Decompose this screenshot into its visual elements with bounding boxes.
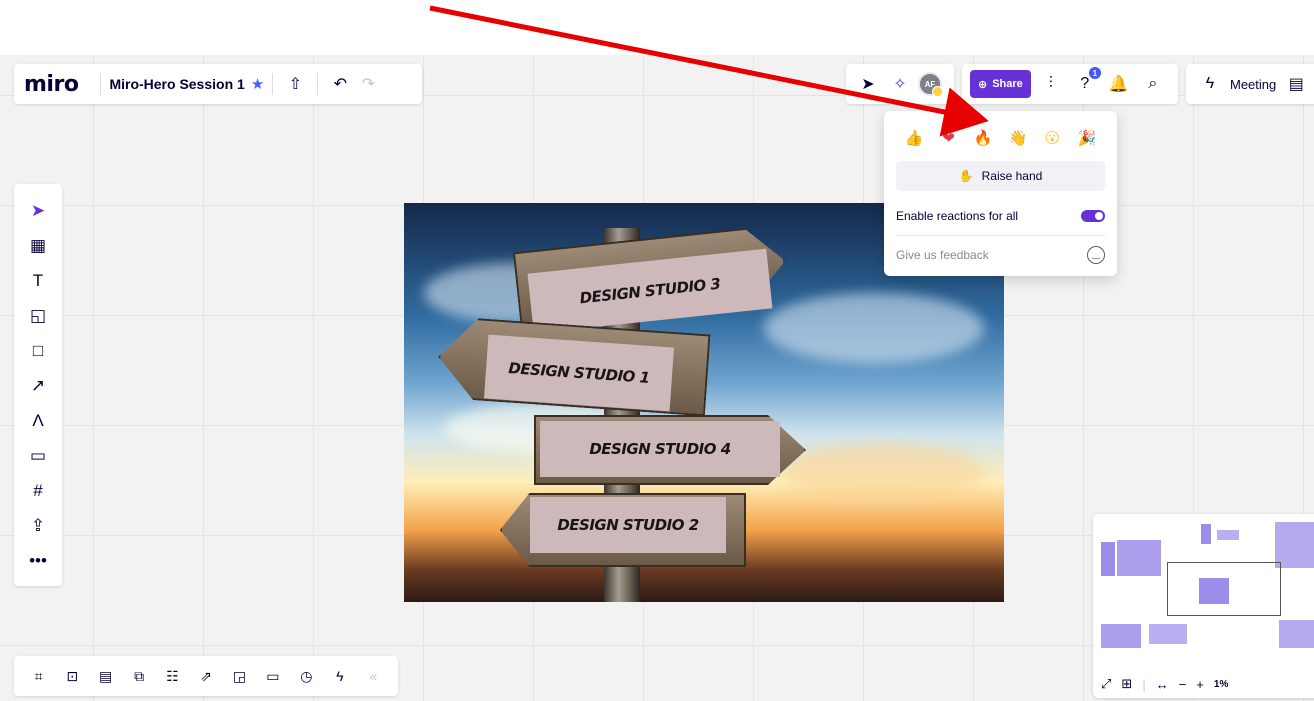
meeting-bar: ϟ Meeting ▤ <box>1186 64 1314 104</box>
creation-toolbar: ➤ ▦ T ◱ □ ↗ Λ ▭ # ⇪ ••• <box>14 184 62 586</box>
surprised-icon[interactable]: 😮 <box>1040 126 1064 150</box>
help-badge: 1 <box>1088 67 1101 79</box>
map-icon[interactable]: ⊞ <box>1121 676 1132 692</box>
cloud <box>764 293 984 363</box>
sign-label: DESIGN STUDIO 2 <box>530 497 726 553</box>
search-icon[interactable]: ⌕ <box>1139 70 1167 98</box>
minimap-viewport[interactable] <box>1167 562 1281 616</box>
miro-logo[interactable]: miro <box>24 72 79 97</box>
zoom-out-icon[interactable]: − <box>1179 677 1187 692</box>
raise-hand-label: Raise hand <box>981 169 1043 183</box>
minimap[interactable]: ⤢ ⊞ | ↔ − + 1% <box>1093 514 1314 698</box>
app-window: miro Miro-Hero Session 1 ★ ⇧ ↶ ↷ ➤ ✧ AF … <box>0 0 1314 701</box>
settings-sliders-icon[interactable]: ⫶ <box>1037 70 1065 98</box>
meeting-button[interactable]: Meeting <box>1230 77 1276 92</box>
heart-icon[interactable]: ❤ <box>937 126 961 150</box>
undo-icon[interactable]: ↶ <box>326 70 354 98</box>
video-chat-icon[interactable]: ▭ <box>258 662 287 690</box>
enable-reactions-toggle[interactable] <box>1081 210 1105 222</box>
timer-icon[interactable]: ◷ <box>292 662 321 690</box>
connection-line-icon[interactable]: ↗ <box>23 373 53 399</box>
feedback-link[interactable]: Give us feedback <box>896 248 989 262</box>
embed-icon[interactable]: ⇗ <box>191 662 220 690</box>
bottom-toolbar: ⌗ ⊡ ▤ ⧉ ☷ ⇗ ◲ ▭ ◷ ϟ « <box>14 656 398 696</box>
minimap-item <box>1279 620 1314 648</box>
notes-icon[interactable]: ▤ <box>1282 70 1310 98</box>
party-popper-icon[interactable]: 🎉 <box>1075 126 1099 150</box>
minimap-controls: ⤢ ⊞ | ↔ − + 1% <box>1101 676 1228 692</box>
minimap-item <box>1117 540 1161 576</box>
sign-label: DESIGN STUDIO 4 <box>540 421 780 477</box>
smiley-icon[interactable]: ‿ <box>1087 245 1105 264</box>
divider <box>272 73 274 95</box>
emoji-row: 👍 ❤ 🔥 👋 😮 🎉 <box>896 121 1105 155</box>
divider <box>100 73 102 95</box>
sticky-note-icon[interactable]: ◱ <box>23 303 53 329</box>
card-icon[interactable]: ◲ <box>225 662 254 690</box>
sign-label: DESIGN STUDIO 1 <box>483 334 675 412</box>
minimap-item <box>1201 524 1211 544</box>
follow-cursor-icon[interactable]: ➤ <box>854 70 882 98</box>
select-icon[interactable]: ➤ <box>23 198 53 224</box>
hand-icon: ✋ <box>958 169 974 183</box>
share-button[interactable]: ⊕ Share <box>970 70 1031 98</box>
export-icon[interactable]: ⇧ <box>281 70 309 98</box>
enable-reactions-row: Enable reactions for all <box>896 197 1105 235</box>
board-title[interactable]: Miro-Hero Session 1 <box>109 76 244 92</box>
text-icon[interactable]: T <box>23 268 53 294</box>
zoom-in-icon[interactable]: + <box>1196 677 1204 692</box>
presentation-icon[interactable]: ⊡ <box>57 662 86 690</box>
collapse-icon[interactable]: « <box>359 662 388 690</box>
lightning-icon[interactable]: ϟ <box>1196 70 1224 98</box>
reactions-popover: 👍 ❤ 🔥 👋 😮 🎉 ✋ Raise hand Enable reactions for… <box>884 111 1117 276</box>
upload-icon[interactable]: ⇪ <box>23 513 53 539</box>
share-label: Share <box>992 78 1023 90</box>
comment-icon[interactable]: ▭ <box>23 443 53 469</box>
shape-icon[interactable]: □ <box>23 338 53 364</box>
redo-icon[interactable]: ↷ <box>354 70 382 98</box>
frames-icon[interactable]: ⌗ <box>24 662 53 690</box>
cloud <box>784 443 984 503</box>
collaboration-bar: ➤ ✧ AF <box>846 64 954 104</box>
board-header: miro Miro-Hero Session 1 ★ ⇧ ↶ ↷ <box>14 64 422 104</box>
raise-hand-button[interactable]: ✋ Raise hand <box>896 161 1105 191</box>
minimap-item <box>1149 624 1187 644</box>
frame-icon[interactable]: # <box>23 478 53 504</box>
clap-icon[interactable]: 👋 <box>1006 126 1030 150</box>
comments-icon[interactable]: ▤ <box>91 662 120 690</box>
fit-to-screen-icon[interactable]: ↔ <box>1156 677 1169 692</box>
reactions-icon[interactable]: ✧ <box>886 70 914 98</box>
share-bar: ⊕ Share ⫶ ? 1 🔔 ⌕ <box>962 64 1178 104</box>
minimap-item <box>1101 624 1141 648</box>
divider <box>317 73 319 95</box>
pen-icon[interactable]: Λ <box>23 408 53 434</box>
fullscreen-icon[interactable]: ⤢ <box>1101 676 1111 692</box>
templates-icon[interactable]: ▦ <box>23 233 53 259</box>
minimap-item <box>1101 542 1115 576</box>
help-icon[interactable]: ? 1 <box>1071 67 1101 98</box>
enable-reactions-label: Enable reactions for all <box>896 209 1019 223</box>
more-icon[interactable]: ••• <box>23 548 53 574</box>
globe-icon: ⊕ <box>978 78 988 91</box>
thumbs-up-icon[interactable]: 👍 <box>902 126 926 150</box>
lightning-icon[interactable]: ϟ <box>325 662 354 690</box>
bell-icon[interactable]: 🔔 <box>1105 70 1133 98</box>
divider: | <box>1142 676 1146 692</box>
star-icon[interactable]: ★ <box>251 75 264 93</box>
minimap-item <box>1217 530 1239 540</box>
avatar[interactable]: AF <box>918 72 943 97</box>
feedback-row[interactable]: Give us feedback ‿ <box>896 235 1105 273</box>
screen-share-icon[interactable]: ⧉ <box>124 662 153 690</box>
kanban-icon[interactable]: ☷ <box>158 662 187 690</box>
fire-icon[interactable]: 🔥 <box>971 126 995 150</box>
zoom-level[interactable]: 1% <box>1214 679 1228 690</box>
